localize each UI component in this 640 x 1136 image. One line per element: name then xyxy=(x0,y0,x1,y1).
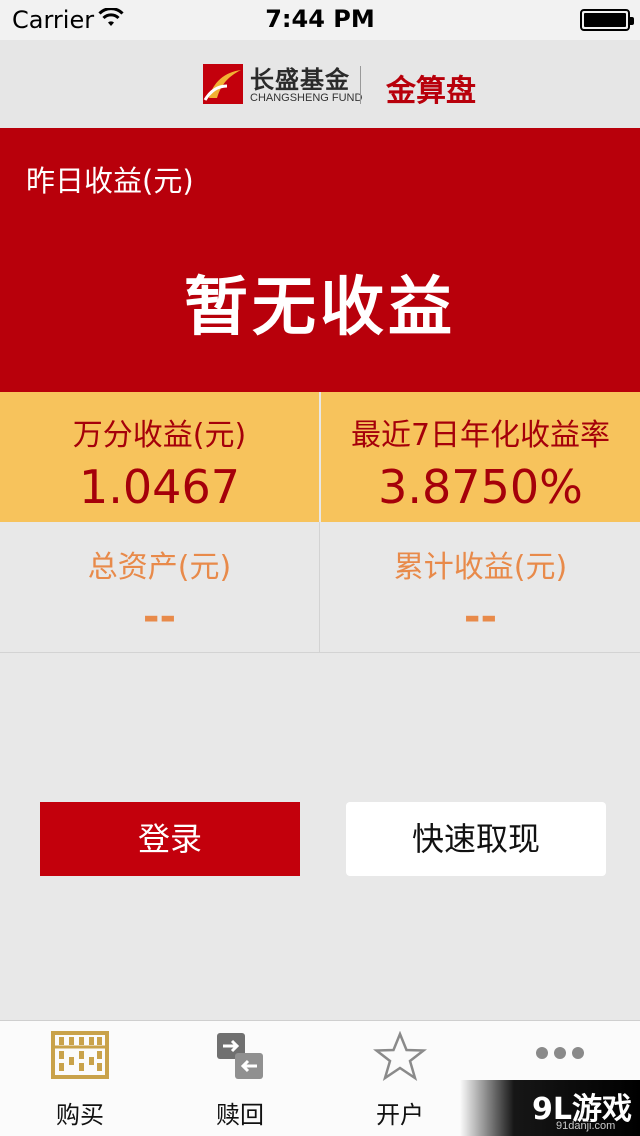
total-label: 总资产(元) xyxy=(87,550,232,585)
more-icon xyxy=(535,1045,585,1064)
total-value: -- xyxy=(463,594,498,640)
cumulative-earnings: 累计收益(元) -- xyxy=(321,522,640,652)
stat-label: 万分收益(元) xyxy=(72,418,247,453)
stat-value: 1.0467 xyxy=(79,460,240,514)
per-ten-thousand-yield: 万分收益(元) 1.0467 xyxy=(0,392,319,522)
total-value: -- xyxy=(142,594,177,640)
status-time: 7:44 PM xyxy=(265,5,375,33)
star-icon xyxy=(372,1030,428,1087)
quick-withdraw-button[interactable]: 快速取现 xyxy=(346,802,606,876)
tab-open-account[interactable]: 开户 xyxy=(320,1021,480,1136)
yesterday-earnings-value: 暂无收益 xyxy=(184,271,456,345)
divider xyxy=(319,522,320,652)
stat-label: 最近7日年化收益率 xyxy=(350,418,611,453)
tab-label: 购买 xyxy=(56,1101,104,1129)
abacus-icon xyxy=(51,1031,109,1083)
logo-divider xyxy=(360,66,361,104)
app-header: 长盛基金 CHANGSHENG FUND 金算盘 xyxy=(0,40,640,128)
total-assets: 总资产(元) -- xyxy=(0,522,319,652)
status-bar: Carrier 7:44 PM xyxy=(0,0,640,40)
stat-value: 3.8750% xyxy=(378,460,583,514)
tab-label: 赎回 xyxy=(216,1101,264,1129)
tab-buy[interactable]: 购买 xyxy=(0,1021,160,1136)
yesterday-earnings-panel: 昨日收益(元) 暂无收益 xyxy=(0,128,640,392)
total-label: 累计收益(元) xyxy=(393,550,568,585)
watermark-url: 91danji.com xyxy=(556,1120,616,1132)
asset-totals: 总资产(元) -- 累计收益(元) -- xyxy=(0,522,640,653)
seven-day-annualized-yield: 最近7日年化收益率 3.8750% xyxy=(321,392,640,522)
battery-icon xyxy=(580,9,634,31)
yesterday-earnings-label: 昨日收益(元) xyxy=(26,164,194,198)
changsheng-logo-icon xyxy=(203,64,243,104)
login-button[interactable]: 登录 xyxy=(40,802,300,876)
exchange-icon xyxy=(215,1031,265,1085)
brand-logo: 金算盘 xyxy=(386,74,476,109)
site-watermark: 9L游戏 91danji.com xyxy=(460,1080,640,1136)
tab-redeem[interactable]: 赎回 xyxy=(160,1021,320,1136)
logo-company-name-en: CHANGSHENG FUND xyxy=(250,92,363,104)
logo-company-name: 长盛基金 xyxy=(250,66,350,94)
yield-stats: 万分收益(元) 1.0467 最近7日年化收益率 3.8750% xyxy=(0,392,640,522)
tab-label: 开户 xyxy=(376,1101,424,1129)
